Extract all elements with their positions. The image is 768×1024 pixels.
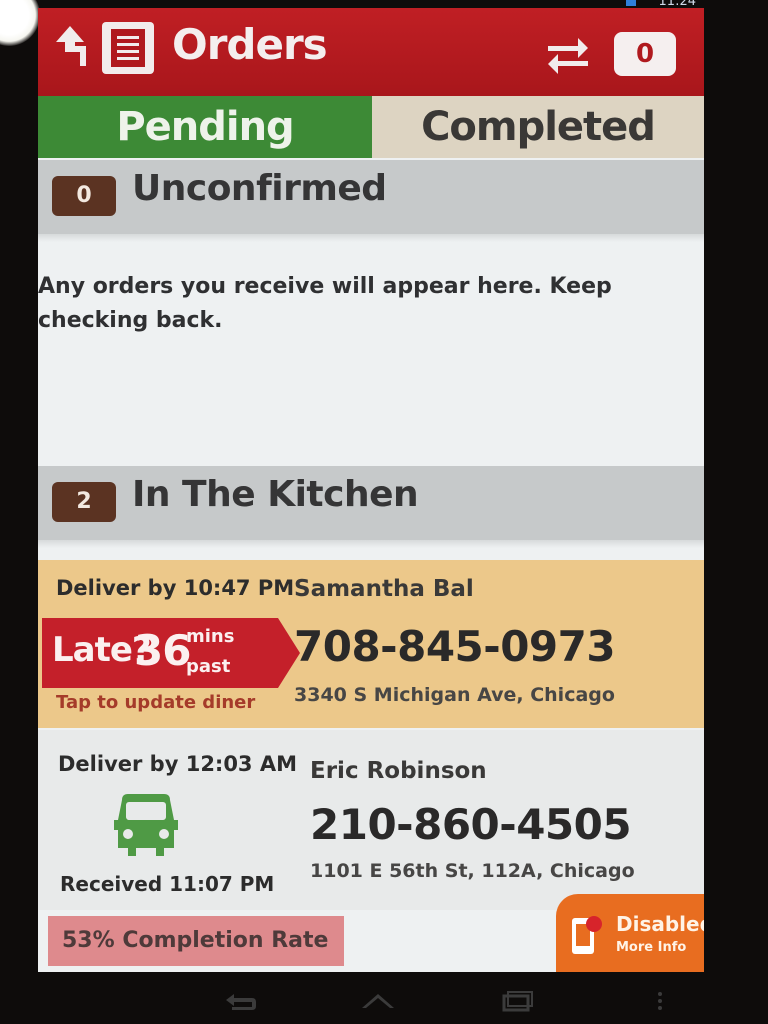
page-title: Orders <box>172 20 328 69</box>
diner-phone[interactable]: 210-860-4505 <box>310 800 632 849</box>
delivery-car-icon <box>108 790 184 860</box>
swap-arrows-icon <box>548 38 588 74</box>
recents-icon <box>502 991 533 1012</box>
late-unit-past: past <box>186 656 231 677</box>
diner-address: 1101 E 56th St, 112A, Chicago <box>310 860 635 882</box>
overflow-menu-icon <box>658 992 662 1010</box>
swap-arrows-button[interactable] <box>546 34 590 74</box>
more-info-link[interactable]: More Info <box>616 940 686 955</box>
disabled-label: Disabled <box>616 912 704 936</box>
order-card[interactable]: Deliver by 12:03 AM Received 11:07 PM Er… <box>38 730 704 910</box>
home-nav-button[interactable] <box>356 986 400 1016</box>
diner-name: Eric Robinson <box>310 758 487 784</box>
home-icon <box>362 994 394 1008</box>
orders-list-icon <box>102 22 154 74</box>
section-title-unconfirmed: Unconfirmed <box>132 168 387 209</box>
section-title-kitchen: In The Kitchen <box>132 474 419 515</box>
received-time: Received 11:07 PM <box>60 872 275 896</box>
app-screen: Orders 0 Pending Completed 0 Unconfirmed… <box>38 8 704 972</box>
order-card[interactable]: Deliver by 10:47 PM Late? 36 mins past T… <box>38 560 704 728</box>
deliver-by-time: Deliver by 12:03 AM <box>58 752 298 776</box>
late-minutes-value: 36 <box>134 626 191 675</box>
order-count-badge[interactable]: 0 <box>614 32 676 76</box>
empty-orders-message: Any orders you receive will appear here.… <box>38 274 612 333</box>
tab-pending[interactable]: Pending <box>38 96 372 158</box>
up-arrow-button[interactable] <box>50 22 90 72</box>
section-header-unconfirmed: 0 Unconfirmed <box>38 160 704 242</box>
completion-rate-bar: 53% Completion Rate <box>48 916 344 966</box>
camera-glare <box>0 0 40 46</box>
section-header-kitchen: 2 In The Kitchen <box>38 466 704 548</box>
late-unit-mins: mins <box>186 626 235 647</box>
kitchen-count-badge: 2 <box>52 482 116 522</box>
deliver-by-time: Deliver by 10:47 PM <box>56 576 295 600</box>
diner-name: Samantha Bal <box>294 576 474 602</box>
diner-address: 3340 S Michigan Ave, Chicago <box>294 684 615 706</box>
disabled-status-button[interactable]: Disabled More Info <box>556 894 704 972</box>
menu-nav-button[interactable] <box>650 986 670 1016</box>
back-nav-button[interactable] <box>218 986 262 1016</box>
phone-status-icon <box>566 916 604 958</box>
up-arrow-icon <box>56 26 86 66</box>
tap-to-update-hint: Tap to update diner <box>56 692 256 713</box>
tab-bar: Pending Completed <box>38 96 704 158</box>
android-nav-bar <box>0 980 768 1024</box>
back-icon <box>226 994 256 1010</box>
unconfirmed-count-badge: 0 <box>52 176 116 216</box>
diner-phone[interactable]: 708-845-0973 <box>294 622 616 671</box>
tab-completed[interactable]: Completed <box>372 96 704 158</box>
header-bar: Orders 0 <box>38 8 704 98</box>
late-update-button[interactable]: Late? 36 mins past <box>42 618 300 688</box>
recents-nav-button[interactable] <box>494 986 538 1016</box>
battery-icon <box>626 0 636 6</box>
